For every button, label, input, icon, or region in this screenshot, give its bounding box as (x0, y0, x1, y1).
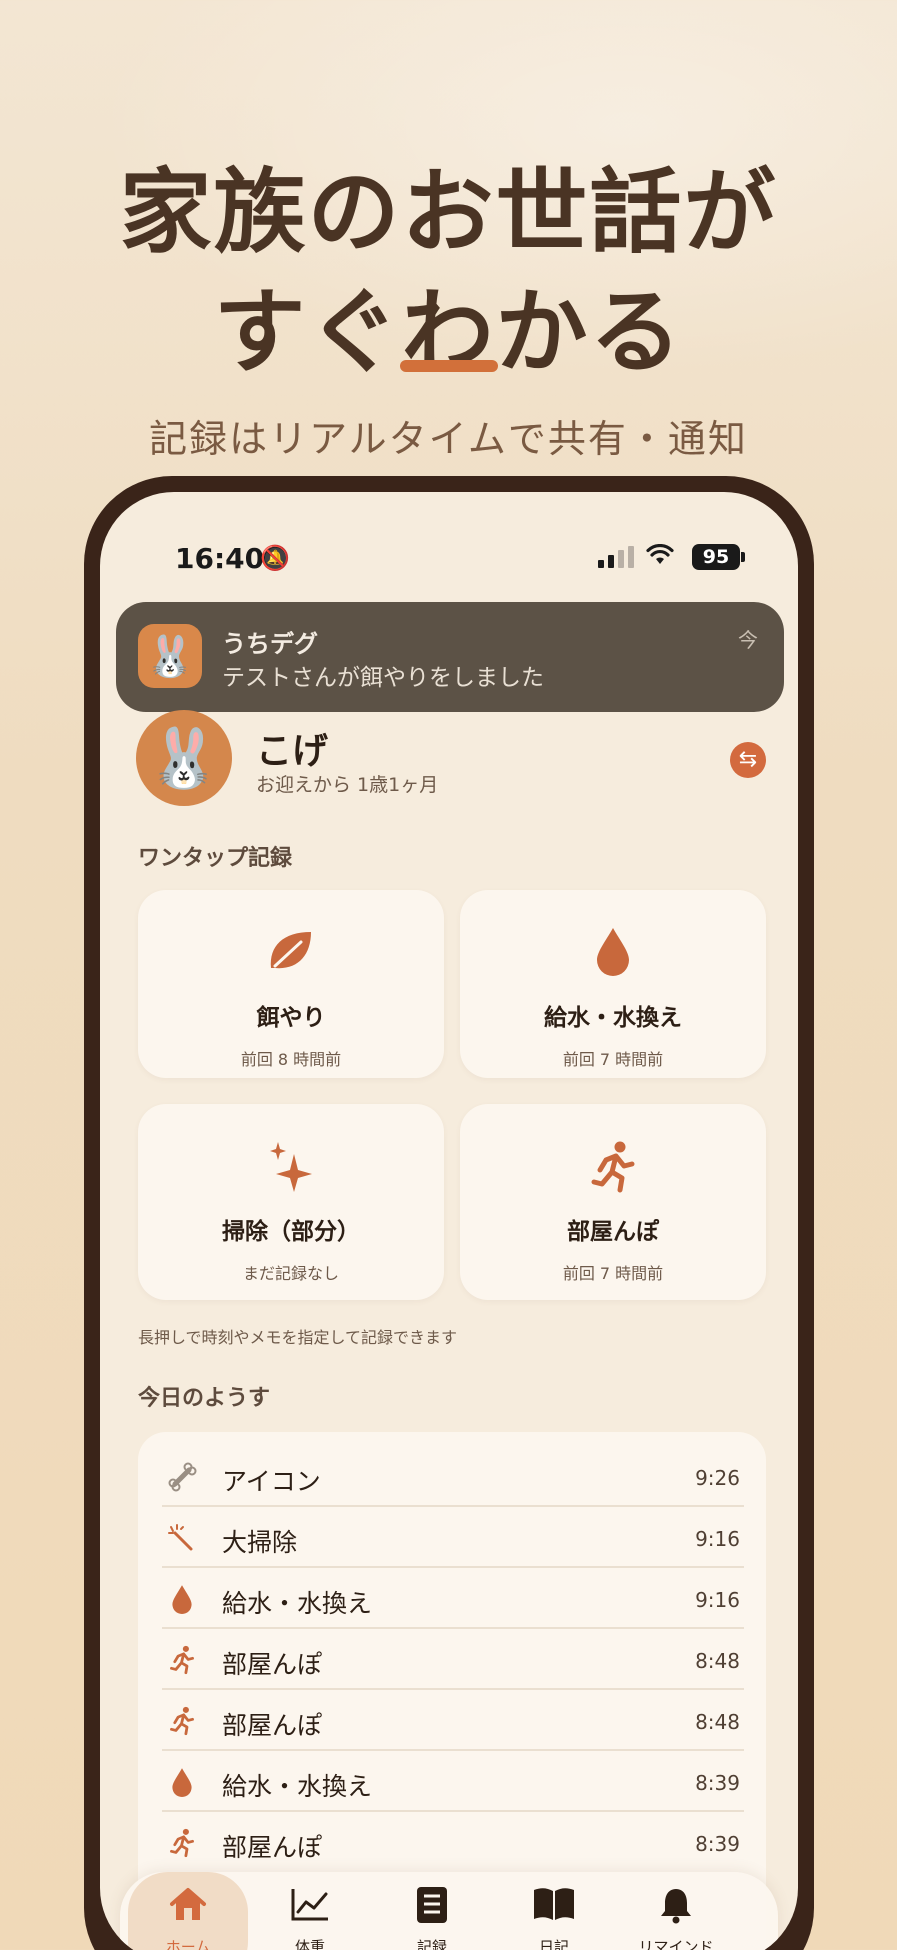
log-label: アイコン (222, 1467, 321, 1496)
notification-app-name: うちデグ (222, 630, 318, 658)
log-label: 給水・水換え (222, 1589, 373, 1618)
log-label: 部屋んぽ (222, 1711, 323, 1740)
list-icon (372, 1886, 492, 1930)
headline-subtitle: 記録はリアルタイムで共有・通知 (149, 417, 748, 461)
card-label: 給水・水換え (544, 1005, 682, 1031)
running-icon (166, 1645, 198, 1682)
record-card-feed[interactable]: 餌やり 前回 8 時間前 (138, 890, 444, 1078)
log-time: 9:16 (695, 1527, 740, 1551)
tab-label: リマインド (638, 1938, 714, 1950)
tab-label: 記録 (416, 1938, 447, 1950)
headline-underline (400, 360, 498, 372)
log-time: 9:26 (695, 1466, 740, 1490)
log-label: 部屋んぽ (222, 1650, 323, 1679)
running-icon (166, 1706, 198, 1743)
card-last-time: 前回 7 時間前 (562, 1264, 664, 1283)
home-icon (128, 1886, 248, 1930)
push-notification[interactable]: 🐰 うちデグ テストさんが餌やりをしました 今 (116, 602, 784, 712)
tab-diary[interactable]: 日記 (494, 1872, 614, 1950)
pet-avatar[interactable]: 🐰 (136, 710, 232, 806)
log-label: 部屋んぽ (222, 1833, 323, 1862)
log-row[interactable]: 大掃除 9:16 (162, 1507, 744, 1568)
running-icon (166, 1828, 198, 1865)
bell-off-icon: 🔕 (260, 544, 290, 572)
card-last-time: まだ記録なし (242, 1264, 339, 1283)
pet-name: こげ (256, 731, 329, 772)
book-icon (494, 1886, 614, 1930)
card-last-time: 前回 8 時間前 (240, 1050, 342, 1069)
wifi-icon (646, 540, 674, 573)
today-title: 今日のようす (138, 1386, 271, 1411)
log-time: 8:48 (695, 1649, 740, 1673)
tab-home[interactable]: ホーム (128, 1872, 248, 1950)
drop-icon (166, 1767, 198, 1804)
tab-reminders[interactable]: リマインド (616, 1872, 736, 1950)
log-row[interactable]: 給水・水換え 9:16 (162, 1568, 744, 1629)
signal-icon (598, 546, 634, 568)
battery-tip (741, 552, 745, 562)
log-time: 8:39 (695, 1832, 740, 1856)
record-card-water[interactable]: 給水・水換え 前回 7 時間前 (460, 890, 766, 1078)
notification-message: テストさんが餌やりをしました (222, 665, 544, 691)
card-label: 餌やり (256, 1005, 326, 1031)
log-row[interactable]: 部屋んぽ 8:48 (162, 1690, 744, 1751)
drop-icon (166, 1584, 198, 1621)
drop-icon (460, 926, 766, 980)
tab-records[interactable]: 記録 (372, 1872, 492, 1950)
log-time: 8:48 (695, 1710, 740, 1734)
log-label: 大掃除 (222, 1528, 298, 1557)
notification-time: 今 (738, 628, 758, 652)
wand-icon (166, 1523, 198, 1560)
one-tap-title: ワンタップ記録 (138, 846, 293, 871)
log-row[interactable]: アイコン 9:26 (162, 1446, 744, 1507)
log-label: 給水・水換え (222, 1772, 373, 1801)
card-label: 掃除（部分） (222, 1219, 360, 1245)
switch-pet-button[interactable]: ⇆ (730, 742, 766, 778)
leaf-icon (138, 926, 444, 980)
card-label: 部屋んぽ (567, 1219, 659, 1245)
phone-screen: 16:40 🔕 95 🐰 うちデグ テストさんが餌やりをしました 今 🐰 こげ … (100, 492, 798, 1950)
tab-label: 日記 (538, 1938, 569, 1950)
tab-label: 体重 (294, 1938, 325, 1950)
chart-icon (250, 1886, 370, 1930)
battery-icon: 95 (692, 544, 740, 570)
status-time: 16:40 (175, 542, 265, 575)
bell-icon (616, 1886, 736, 1930)
sparkle-icon (138, 1140, 444, 1194)
log-time: 9:16 (695, 1588, 740, 1612)
tab-label: ホーム (165, 1938, 211, 1950)
record-card-cleaning[interactable]: 掃除（部分） まだ記録なし (138, 1104, 444, 1300)
log-time: 8:39 (695, 1771, 740, 1795)
tab-bar: ホーム 体重 記録 日記 リマインド (120, 1872, 778, 1950)
long-press-hint: 長押しで時刻やメモを指定して記録できます (138, 1328, 458, 1347)
running-icon (460, 1140, 766, 1194)
pet-age: お迎えから 1歳1ヶ月 (256, 774, 439, 796)
tab-weight[interactable]: 体重 (250, 1872, 370, 1950)
record-card-roam[interactable]: 部屋んぽ 前回 7 時間前 (460, 1104, 766, 1300)
log-row[interactable]: 部屋んぽ 8:39 (162, 1812, 744, 1873)
headline-line1: 家族のお世話が (119, 159, 778, 266)
bone-icon (166, 1462, 198, 1499)
card-last-time: 前回 7 時間前 (562, 1050, 664, 1069)
app-icon: 🐰 (138, 624, 202, 688)
log-row[interactable]: 給水・水換え 8:39 (162, 1751, 744, 1812)
log-row[interactable]: 部屋んぽ 8:48 (162, 1629, 744, 1690)
